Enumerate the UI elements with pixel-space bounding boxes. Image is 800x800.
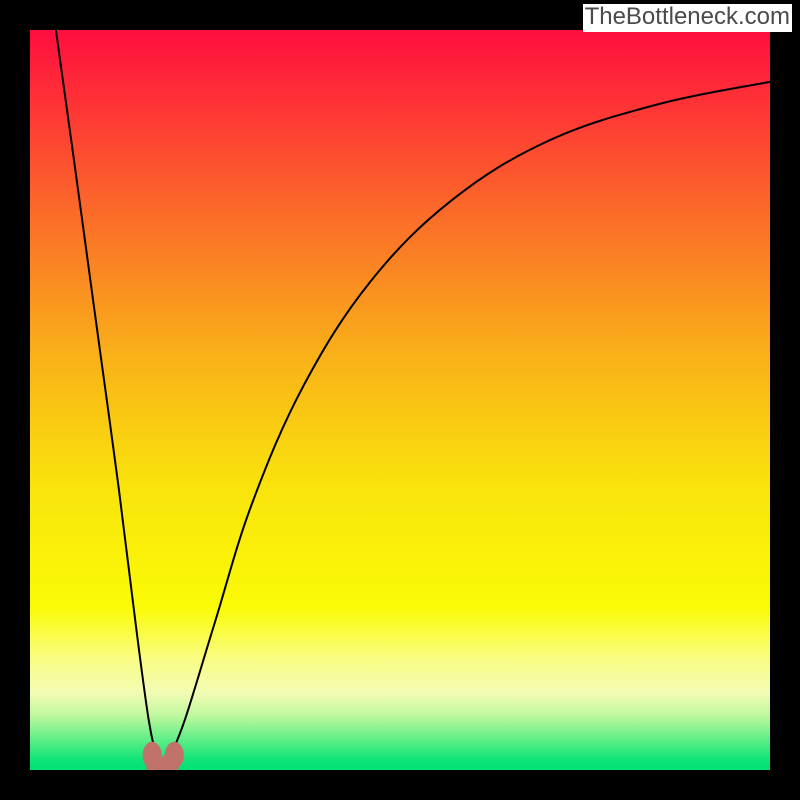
chart-frame: TheBottleneck.com bbox=[0, 0, 800, 800]
plot-area bbox=[30, 30, 770, 770]
background-gradient bbox=[30, 30, 770, 770]
watermark-label: TheBottleneck.com bbox=[583, 4, 792, 32]
